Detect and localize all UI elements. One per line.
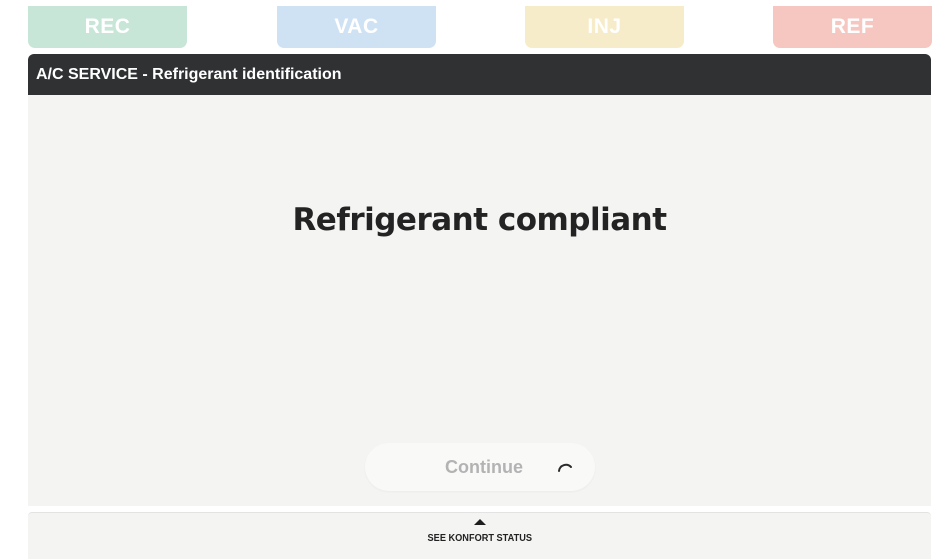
status-message: Refrigerant compliant [292,202,667,238]
tab-inj-label: INJ [587,15,622,38]
tab-ref[interactable]: REF [773,6,932,48]
tab-rec-label: REC [84,15,131,38]
spinner-icon [558,463,572,472]
tab-inj[interactable]: INJ [525,6,684,48]
see-konfort-status-bar[interactable]: SEE KONFORT STATUS [28,512,931,559]
tab-ref-label: REF [830,15,875,38]
tab-vac[interactable]: VAC [277,6,436,48]
continue-button[interactable]: Continue [365,443,595,491]
tab-rec[interactable]: REC [28,6,187,48]
panel-title: A/C SERVICE - Refrigerant identification [28,54,931,95]
main-panel: A/C SERVICE - Refrigerant identification… [28,54,931,506]
tab-vac-label: VAC [334,15,379,38]
caret-up-icon [473,519,486,525]
continue-button-label: Continue [445,456,523,477]
see-konfort-status-label: SEE KONFORT STATUS [427,533,532,544]
